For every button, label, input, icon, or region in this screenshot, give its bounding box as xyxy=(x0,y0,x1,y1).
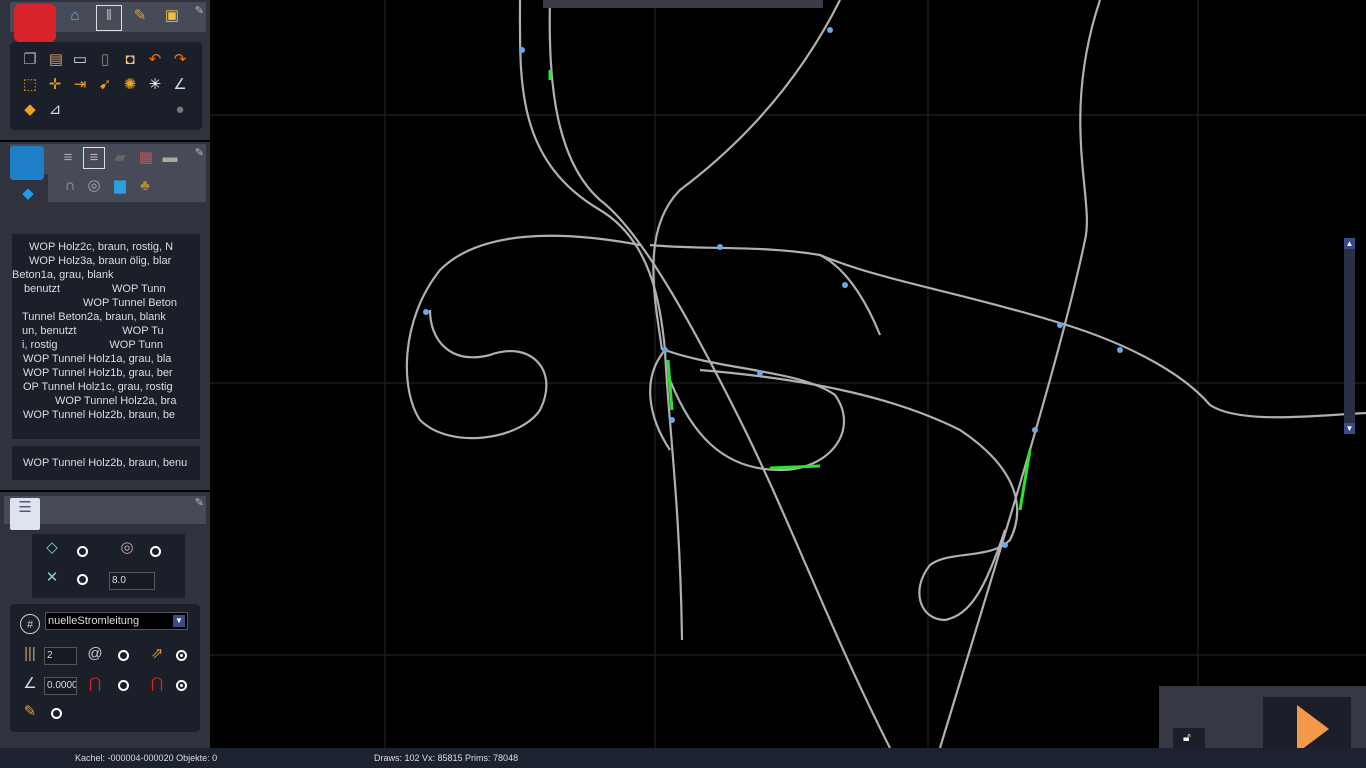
lock-button[interactable]: 🔓︎ xyxy=(1173,728,1205,748)
select-rect-icon[interactable]: ⬚ xyxy=(20,75,40,95)
scroll-down-icon[interactable]: ▼ xyxy=(1344,423,1355,434)
light-icon[interactable]: ● xyxy=(170,100,190,120)
slope-input[interactable]: 0.00000 xyxy=(44,677,77,695)
list-item[interactable]: WOP Holz3a, braun ölig, blar xyxy=(12,254,186,268)
catenary-select-value: nuelleStromleitung xyxy=(48,615,140,627)
bridge-icon[interactable]: ∩ xyxy=(60,176,80,196)
main-tool-panel: ⌂ ‖ ✎ ▣ ✎ ❐ ▤ ▭ ▯ ◘ ↶ ↷ ⬚ ✛ ⇥ ➹ ✺ ✳ ∠ ◆ … xyxy=(0,0,210,140)
split-icon[interactable]: ✛ xyxy=(45,75,65,95)
parallel-track-icon: ⇗ xyxy=(150,645,164,662)
list-item[interactable]: i, rostig WOP Tunn xyxy=(12,338,186,352)
measure-icon[interactable]: ◘ xyxy=(120,50,140,70)
play-icon xyxy=(1297,705,1329,753)
track-list[interactable]: WOP Holz2c, braun, rostig, N WOP Holz3a,… xyxy=(12,234,200,439)
ruler-icon[interactable]: ⊿ xyxy=(45,100,65,120)
join-icon[interactable]: ⇥ xyxy=(70,75,90,95)
catenary-icon: # xyxy=(20,614,40,634)
move-icon[interactable]: ➹ xyxy=(95,75,115,95)
height-box: ◇ ◎ ✕ 8.0 xyxy=(32,534,185,598)
magnet-track-radio[interactable] xyxy=(176,680,187,691)
play-button[interactable] xyxy=(1263,697,1351,753)
list-item[interactable]: WOP Tunnel Holz2b, braun, be xyxy=(12,408,186,422)
toolbox-icon[interactable] xyxy=(14,4,56,42)
paste-icon[interactable]: ▤ xyxy=(46,50,66,70)
pin-icon[interactable]: ✎ xyxy=(195,146,204,159)
parallel-track-radio[interactable] xyxy=(176,650,187,661)
stone-icon[interactable]: ▬ xyxy=(160,148,180,168)
bag-icon[interactable]: ♣ xyxy=(135,176,155,196)
shapes-icon[interactable]: ◆ xyxy=(20,100,40,120)
list-item[interactable]: benutzt WOP Tunn xyxy=(12,282,186,296)
target-icon[interactable]: ◎ xyxy=(117,538,137,558)
center-icon[interactable]: ✺ xyxy=(120,75,140,95)
train-icon[interactable]: ▣ xyxy=(162,6,182,26)
crosshair-icon[interactable]: ✳ xyxy=(145,75,165,95)
wall-icon[interactable]: ▦ xyxy=(136,148,156,168)
plane-radio[interactable] xyxy=(77,546,88,557)
magnet-icon: ⋂ xyxy=(88,675,102,692)
list-item[interactable]: WOP Tunnel Holz1b, grau, ber xyxy=(12,366,186,380)
scroll-up-icon[interactable]: ▲ xyxy=(1344,238,1355,249)
list-item[interactable]: Tunnel Beton2a, braun, blank xyxy=(12,310,186,324)
selected-item-display: WOP Tunnel Holz2b, braun, benu xyxy=(12,446,200,480)
tile-info: Kachel: -000004-000020 Objekte: 0 xyxy=(75,753,218,763)
track-options-box: # nuelleStromleitung ▼ ||| 2 @ ⇗ ∠ 0.0000… xyxy=(10,604,200,732)
render-stats: Draws: 102 Vx: 85815 Prims: 78048 xyxy=(374,753,519,763)
cube-small-icon[interactable]: ◆ xyxy=(18,184,38,204)
list-scrollbar[interactable]: ▲ ▼ xyxy=(1344,238,1355,434)
unlock-icon: 🔓︎ xyxy=(1183,730,1191,744)
angle-icon[interactable]: ∠ xyxy=(170,75,190,95)
home-icon[interactable]: ⌂ xyxy=(65,6,85,26)
list-item[interactable]: Beton1a, grau, blank xyxy=(12,268,186,282)
track-rail-icon[interactable]: ≡ xyxy=(58,148,78,168)
pencil-radio[interactable] xyxy=(51,708,62,719)
track-editor-icon[interactable]: ‖ xyxy=(96,5,122,31)
height-input[interactable]: 8.0 xyxy=(109,572,155,590)
tracks-icon: ||| xyxy=(24,645,36,662)
cross-plane-radio[interactable] xyxy=(77,574,88,585)
edit-tools-box: ❐ ▤ ▭ ▯ ◘ ↶ ↷ ⬚ ✛ ⇥ ➹ ✺ ✳ ∠ ◆ ⊿ ● xyxy=(10,42,202,130)
undo-icon[interactable]: ↶ xyxy=(145,50,165,70)
pin-icon[interactable]: ✎ xyxy=(195,496,204,509)
properties-panel: ☰ ✎ ◇ ◎ ✕ 8.0 # nuelleStromleitung ▼ ||| … xyxy=(0,492,210,748)
road-icon[interactable]: ▰ xyxy=(110,148,130,168)
spiral-icon: @ xyxy=(87,645,103,662)
list-item[interactable]: WOP Holz2c, braun, rostig, N xyxy=(12,240,186,254)
redo-icon[interactable]: ↷ xyxy=(170,50,190,70)
monitor-icon[interactable]: ▭ xyxy=(70,50,90,70)
list-item[interactable]: WOP Tunnel Beton xyxy=(12,296,186,310)
copy-icon[interactable]: ❐ xyxy=(20,50,40,70)
paint-brush-icon[interactable]: ✎ xyxy=(130,6,150,26)
chevron-down-icon[interactable]: ▼ xyxy=(173,615,185,627)
list-item[interactable]: WOP Tunnel Holz1a, grau, bla xyxy=(12,352,186,366)
trash-icon[interactable]: ▯ xyxy=(95,50,115,70)
list-item[interactable]: WOP Tunnel Holz2a, bra xyxy=(12,394,186,408)
properties-icon[interactable]: ☰ xyxy=(10,498,40,530)
list-item[interactable]: OP Tunnel Holz1c, grau, rostig xyxy=(12,380,186,394)
cross-plane-icon[interactable]: ✕ xyxy=(42,568,62,588)
cube-icon[interactable] xyxy=(10,146,44,180)
status-bar: Kachel: -000004-000020 Objekte: 0 Draws:… xyxy=(0,748,1366,768)
tunnel-icon[interactable]: ◎ xyxy=(84,176,104,196)
tracks-count-input[interactable]: 2 xyxy=(44,647,77,665)
track-rail-selected-icon[interactable]: ≡ xyxy=(83,147,105,169)
spiral-radio[interactable] xyxy=(118,650,129,661)
water-icon[interactable]: ▆ xyxy=(110,176,130,196)
magnet-track-icon: ⋂ xyxy=(150,675,164,692)
list-item[interactable]: un, benutzt WOP Tu xyxy=(12,324,186,338)
catenary-select[interactable]: nuelleStromleitung ▼ xyxy=(45,612,188,630)
target-radio[interactable] xyxy=(150,546,161,557)
pin-icon[interactable]: ✎ xyxy=(195,4,204,17)
top-info-bar xyxy=(543,0,823,8)
pencil-icon: ✎ xyxy=(23,703,37,720)
plane-icon[interactable]: ◇ xyxy=(42,538,62,558)
magnet-radio[interactable] xyxy=(118,680,129,691)
slope-icon: ∠ xyxy=(23,675,37,692)
playback-panel: 🔓︎ xyxy=(1159,686,1366,753)
